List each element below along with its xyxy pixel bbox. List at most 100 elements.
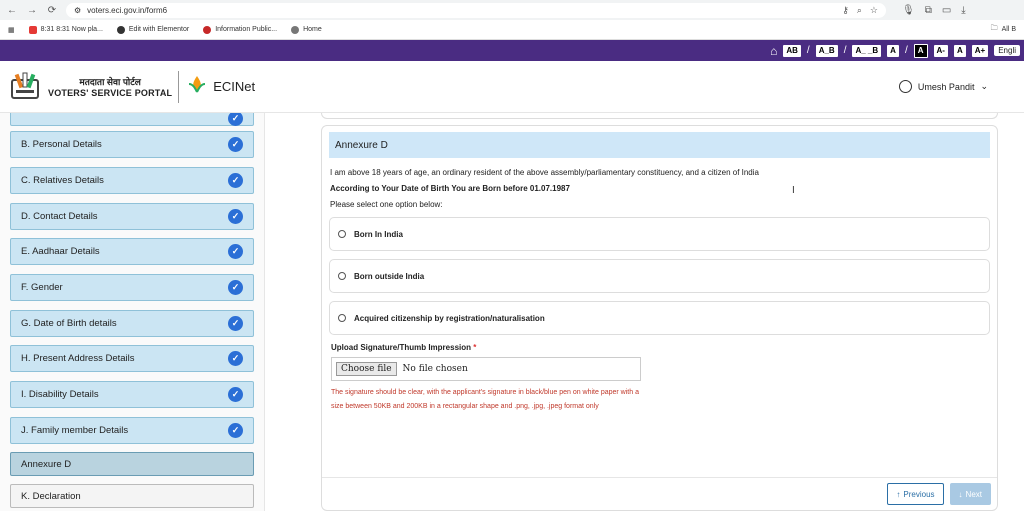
key-icon[interactable]: ⚷	[842, 5, 849, 16]
sidebar-item-gender[interactable]: F. Gender ✓	[10, 274, 254, 301]
citizenship-statement: I am above 18 years of age, an ordinary …	[330, 168, 759, 177]
site-info-icon[interactable]: ⚙	[74, 6, 81, 15]
check-icon: ✓	[228, 351, 243, 366]
sidebar-item-declaration[interactable]: K. Declaration	[10, 484, 254, 508]
globe-icon	[291, 25, 300, 34]
check-icon: ✓	[228, 209, 243, 224]
folder-icon: 🗀	[990, 25, 998, 32]
forward-icon[interactable]: →	[26, 5, 38, 16]
accessibility-bar: ⌂ AB / A_B / A_ _B A / A A- A A+ Engli	[0, 40, 1024, 61]
contrast-light-button[interactable]: A	[887, 44, 899, 57]
text-spacing-button[interactable]: A_ _B	[852, 44, 882, 57]
sidebar-item-personal[interactable]: B. Personal Details ✓	[10, 131, 254, 158]
language-select[interactable]: Engli	[994, 45, 1020, 56]
font-decrease-button[interactable]: A-	[933, 44, 948, 57]
dob-note: According to Your Date of Birth You are …	[330, 184, 570, 193]
text-spacing-button[interactable]: AB	[783, 44, 801, 57]
arrow-up-icon: ↑	[896, 489, 901, 499]
sidebar-item-a[interactable]: ✓	[10, 113, 254, 126]
sidebar-item-aadhaar[interactable]: E. Aadhaar Details ✓	[10, 238, 254, 265]
radio-button[interactable]	[338, 314, 346, 322]
ecinet-logo-icon	[185, 72, 209, 101]
portal-brand[interactable]: मतदाता सेवा पोर्टल VOTERS' SERVICE PORTA…	[48, 75, 172, 98]
address-bar[interactable]: ⚙ voters.eci.gov.in/form6 ⚷ ⌕ ☆	[66, 2, 886, 18]
extensions-icon[interactable]: ⧉	[925, 5, 932, 16]
file-help-text: The signature should be clear, with the …	[331, 389, 639, 410]
reload-icon[interactable]: ⟳	[46, 5, 58, 16]
check-icon: ✓	[228, 137, 243, 152]
user-name: Umesh Pandit	[917, 81, 975, 92]
bookmark-item[interactable]: 8:31 8:31 Now pla...	[28, 25, 103, 34]
apps-icon[interactable]: ▦	[8, 26, 15, 34]
separator: /	[843, 45, 847, 56]
option-born-in-india[interactable]: Born In India	[329, 217, 990, 251]
divider	[178, 70, 180, 103]
arrow-down-icon: ↓	[958, 489, 963, 499]
previous-button[interactable]: ↑ Previous	[887, 483, 944, 505]
browser-toolbar: ← → ⟳ ⚙ voters.eci.gov.in/form6 ⚷ ⌕ ☆ 🎙 …	[0, 0, 1024, 20]
wordpress-icon	[116, 25, 125, 34]
bookmark-item[interactable]: Information Public...	[203, 25, 277, 34]
form-steps-sidebar: ✓ B. Personal Details ✓ C. Relatives Det…	[0, 113, 265, 511]
radio-button[interactable]	[338, 230, 346, 238]
sidebar-item-address[interactable]: H. Present Address Details ✓	[10, 345, 254, 372]
user-icon	[898, 80, 912, 93]
file-status: No file chosen	[402, 364, 468, 374]
option-born-outside-india[interactable]: Born outside India	[329, 259, 990, 293]
site-header: मतदाता सेवा पोर्टल VOTERS' SERVICE PORTA…	[0, 61, 1024, 113]
ecinet-title: ECINet	[213, 79, 256, 94]
check-icon: ✓	[228, 423, 243, 438]
check-icon: ✓	[228, 280, 243, 295]
choose-file-button[interactable]: Choose file	[336, 362, 397, 376]
form-content: Annexure D I am above 18 years of age, a…	[265, 113, 1024, 511]
sidebar-item-dob[interactable]: G. Date of Birth details ✓	[10, 310, 254, 337]
form-navigation: ↑ Previous ↓ Next	[887, 483, 991, 505]
url-text: voters.eci.gov.in/form6	[87, 5, 168, 15]
check-icon: ✓	[228, 113, 243, 126]
emblem-icon	[203, 25, 212, 34]
zoom-icon[interactable]: ⌕	[857, 5, 862, 16]
section-title: Annexure D	[329, 132, 990, 158]
signature-file-input[interactable]: Choose file No file chosen	[331, 357, 641, 381]
previous-card-edge	[321, 113, 998, 119]
all-bookmarks[interactable]: 🗀 All B	[991, 24, 1016, 35]
option-acquired-citizenship[interactable]: Acquired citizenship by registration/nat…	[329, 301, 990, 335]
required-mark: *	[473, 343, 477, 352]
main-area: ✓ B. Personal Details ✓ C. Relatives Det…	[0, 113, 1024, 511]
check-icon: ✓	[228, 387, 243, 402]
separator: /	[806, 45, 810, 56]
font-increase-button[interactable]: A+	[971, 44, 989, 57]
bookmark-item[interactable]: Home	[291, 25, 322, 34]
sidebar-item-family[interactable]: J. Family member Details ✓	[10, 417, 254, 444]
next-button[interactable]: ↓ Next	[949, 483, 991, 505]
check-icon: ✓	[228, 316, 243, 331]
youtube-icon	[28, 25, 37, 34]
sidebar-item-relatives[interactable]: C. Relatives Details ✓	[10, 167, 254, 194]
separator: /	[904, 45, 908, 56]
sidebar-icon[interactable]: ▭	[942, 5, 951, 16]
star-icon[interactable]: ☆	[870, 5, 878, 16]
sidebar-item-annexure-d[interactable]: Annexure D	[10, 452, 254, 476]
text-spacing-button[interactable]: A_B	[815, 44, 838, 57]
upload-label: Upload Signature/Thumb Impression *	[331, 343, 477, 352]
bookmark-item[interactable]: Edit with Elementor	[116, 25, 189, 34]
back-icon[interactable]: ←	[6, 5, 18, 16]
radio-button[interactable]	[338, 272, 346, 280]
sidebar-item-disability[interactable]: I. Disability Details ✓	[10, 381, 254, 408]
contrast-dark-button[interactable]: A	[913, 43, 928, 58]
check-icon: ✓	[228, 173, 243, 188]
check-icon: ✓	[228, 244, 243, 259]
chevron-down-icon: ⌄	[980, 81, 988, 91]
download-icon[interactable]: ⤓	[961, 5, 965, 16]
font-normal-button[interactable]: A	[953, 44, 966, 57]
card-footer-divider	[322, 477, 997, 478]
bookmarks-bar: ▦ 8:31 8:31 Now pla... Edit with Element…	[0, 20, 1024, 40]
home-icon[interactable]: ⌂	[770, 44, 777, 58]
text-cursor-icon: I	[792, 185, 795, 196]
sidebar-item-contact[interactable]: D. Contact Details ✓	[10, 203, 254, 230]
eci-logo-icon[interactable]	[8, 70, 42, 104]
user-menu[interactable]: Umesh Pandit ⌄	[898, 80, 988, 93]
brand-hindi: मतदाता सेवा पोर्टल	[79, 77, 141, 87]
mic-icon[interactable]: 🎙	[902, 5, 915, 16]
annexure-card: Annexure D I am above 18 years of age, a…	[321, 125, 998, 511]
